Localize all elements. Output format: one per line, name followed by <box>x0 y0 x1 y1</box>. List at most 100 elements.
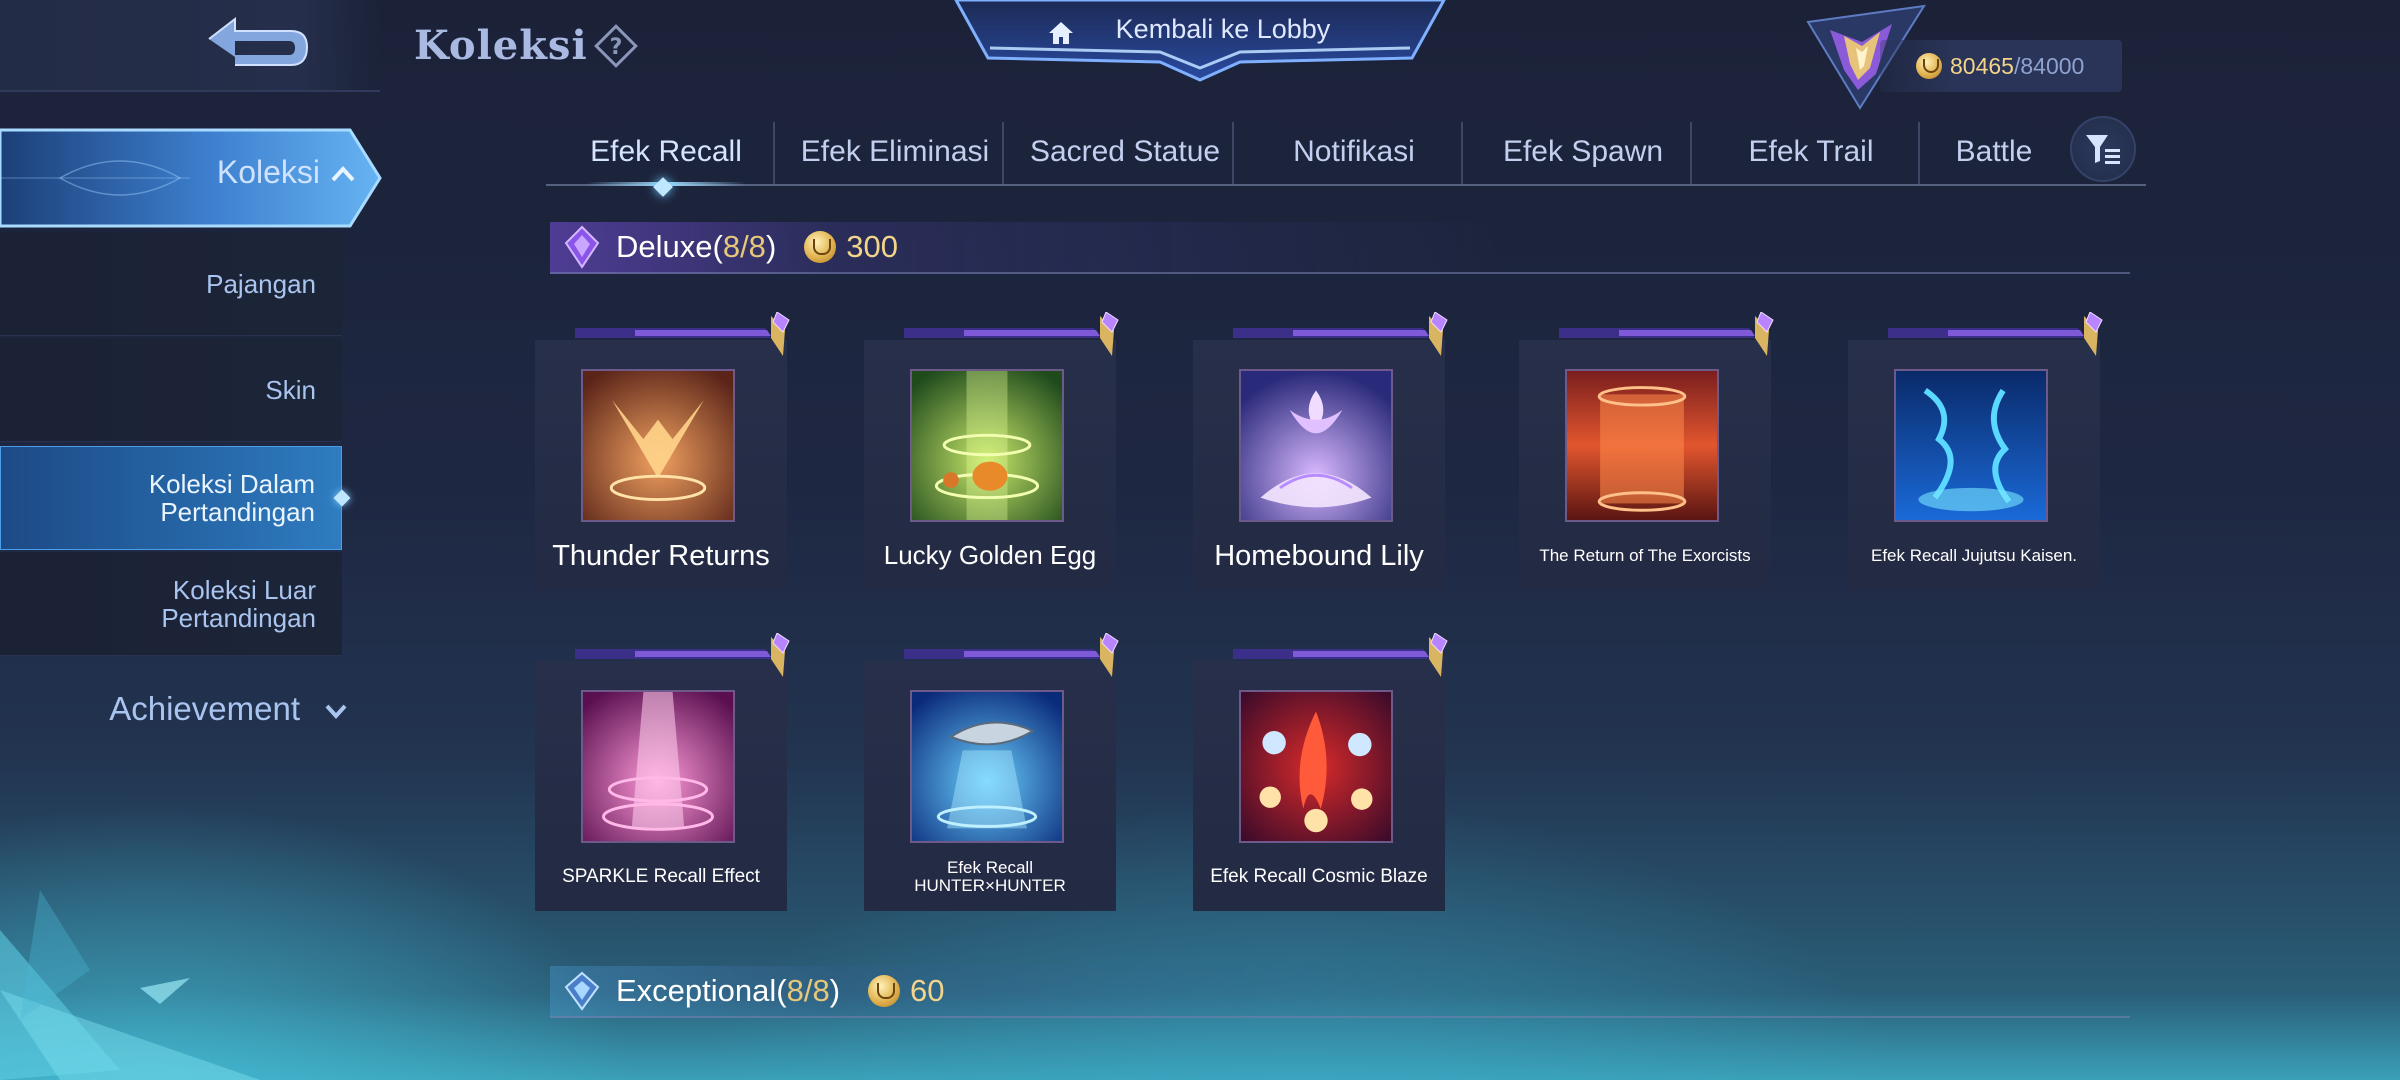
lucky-golden-egg-image <box>912 371 1062 520</box>
tab-divider <box>773 122 775 184</box>
chevron-up-icon <box>331 166 355 182</box>
card-name-line1: Efek Recall <box>947 858 1033 878</box>
card-thumbnail <box>1894 369 2048 522</box>
sidebar-item-label: Pajangan <box>206 268 316 299</box>
question-diamond-icon: ? <box>594 24 638 68</box>
cosmic-blaze-image <box>1241 692 1391 841</box>
card-lucky-golden-egg[interactable]: Lucky Golden Egg <box>864 312 1119 590</box>
homebound-lily-image <box>1241 371 1391 520</box>
tab-divider <box>1918 122 1920 184</box>
card-the-return-of-the-exorcists[interactable]: The Return of The Exorcists <box>1519 312 1774 590</box>
card-efek-recall-cosmic-blaze[interactable]: Efek Recall Cosmic Blaze <box>1193 633 1448 911</box>
tab-sacred-statue[interactable]: Sacred Statue <box>1010 120 1240 184</box>
sidebar-section-koleksi[interactable]: Koleksi <box>0 124 384 232</box>
card-thumbnail <box>910 369 1064 522</box>
tab-divider <box>1461 122 1463 184</box>
deluxe-ribbon <box>1888 312 2103 356</box>
exceptional-gem-icon <box>564 971 600 1011</box>
tab-divider <box>1232 122 1234 184</box>
tab-efek-spawn[interactable]: Efek Spawn <box>1468 120 1698 184</box>
card-thumbnail <box>581 690 735 843</box>
currency-max: /84000 <box>2013 52 2085 79</box>
deluxe-ribbon <box>575 312 790 356</box>
tab-efek-trail[interactable]: Efek Trail <box>1698 120 1924 184</box>
section-price-value: 300 <box>846 229 898 264</box>
card-thumbnail <box>581 369 735 522</box>
thunder-returns-image <box>583 371 733 520</box>
currency-current: 80465 <box>1950 52 2014 79</box>
jujutsu-kaisen-image <box>1896 371 2046 520</box>
sparkle-image <box>583 692 733 841</box>
section-count: 8/8 <box>786 973 830 1008</box>
card-thumbnail <box>910 690 1064 843</box>
deluxe-ribbon <box>575 633 790 677</box>
lobby-button-label: Kembali ke Lobby <box>1115 14 1331 44</box>
card-thumbnail <box>1239 690 1393 843</box>
page-title: Koleksi <box>414 22 588 69</box>
section-header-exceptional: Exceptional ( 8/8 ) 60 <box>550 966 2130 1018</box>
help-button[interactable]: ? <box>590 20 642 72</box>
coin-icon <box>804 231 837 263</box>
sidebar-item-koleksi-dalam-pertandingan[interactable]: Koleksi Dalam Pertandingan <box>0 446 342 550</box>
sidebar-section-frame <box>0 128 382 228</box>
sidebar-item-label-line2: Pertandingan <box>160 497 315 527</box>
card-name: Efek Recall HUNTER×HUNTER <box>864 851 1116 903</box>
coin-icon <box>868 975 901 1007</box>
coin-icon <box>1916 53 1942 79</box>
card-sparkle-recall-effect[interactable]: SPARKLE Recall Effect <box>535 633 790 911</box>
deluxe-ribbon <box>1233 633 1448 677</box>
tab-divider <box>1690 122 1692 184</box>
section-name: Exceptional <box>616 973 777 1008</box>
sidebar-section-label: Achievement <box>109 690 300 727</box>
hunter-x-hunter-image <box>912 692 1062 841</box>
sidebar-item-koleksi-luar-pertandingan[interactable]: Koleksi Luar Pertandingan <box>0 552 342 656</box>
card-efek-recall-jujutsu-kaisen[interactable]: Efek Recall Jujutsu Kaisen. <box>1848 312 2103 590</box>
section-paren-open: ( <box>776 973 787 1008</box>
back-button[interactable] <box>190 10 320 80</box>
section-price: 60 <box>868 973 945 1009</box>
exorcists-image <box>1567 371 1717 520</box>
card-thunder-returns[interactable]: Thunder Returns <box>535 312 790 590</box>
filter-icon <box>2086 135 2120 164</box>
filter-button[interactable] <box>2070 116 2136 182</box>
card-thumbnail <box>1565 369 1719 522</box>
sidebar-section-label: Koleksi <box>216 154 320 190</box>
card-name: SPARKLE Recall Effect <box>562 866 760 888</box>
card-name: Efek Recall Jujutsu Kaisen. <box>1871 546 2077 566</box>
back-arrow-icon <box>208 16 309 66</box>
card-name: The Return of The Exorcists <box>1539 546 1751 566</box>
section-paren-close: ) <box>765 229 777 264</box>
tabs-baseline <box>546 184 2146 186</box>
sidebar-item-pajangan[interactable]: Pajangan <box>0 232 342 336</box>
deluxe-ribbon <box>1233 312 1448 356</box>
section-name: Deluxe <box>616 229 713 264</box>
card-name: Homebound Lily <box>1214 539 1424 572</box>
section-paren-close: ) <box>829 973 841 1008</box>
card-efek-recall-hunter-x-hunter[interactable]: Efek Recall HUNTER×HUNTER <box>864 633 1119 911</box>
card-name: Efek Recall Cosmic Blaze <box>1210 866 1428 888</box>
deluxe-ribbon <box>904 633 1119 677</box>
decorative-shards <box>0 890 260 1080</box>
section-paren-open: ( <box>712 229 723 264</box>
tab-divider <box>1002 122 1004 184</box>
tab-efek-recall[interactable]: Efek Recall <box>566 120 766 184</box>
deluxe-ribbon <box>904 312 1119 356</box>
chevron-down-icon <box>325 704 347 719</box>
deluxe-ribbon <box>1559 312 1774 356</box>
sidebar-section-achievement[interactable]: Achievement <box>0 684 360 734</box>
sidebar-item-skin[interactable]: Skin <box>0 338 342 442</box>
card-name-line2: HUNTER×HUNTER <box>914 876 1066 895</box>
tab-notifikasi[interactable]: Notifikasi <box>1240 120 1468 184</box>
return-to-lobby-button[interactable]: Kembali ke Lobby <box>950 0 1450 82</box>
section-count: 8/8 <box>722 229 766 264</box>
deluxe-gem-icon <box>564 225 600 269</box>
tab-battle[interactable]: Battle <box>1926 120 2062 184</box>
tab-efek-eliminasi[interactable]: Efek Eliminasi <box>780 120 1010 184</box>
card-homebound-lily[interactable]: Homebound Lily <box>1193 312 1448 590</box>
sidebar-item-label-line1: Koleksi Luar <box>172 574 316 605</box>
section-price-value: 60 <box>910 973 945 1008</box>
currency-display: 80465 /84000 <box>1880 40 2122 92</box>
svg-text:?: ? <box>610 35 623 60</box>
card-name: Thunder Returns <box>552 539 770 572</box>
sidebar-item-label-line1: Koleksi Dalam <box>148 469 315 499</box>
